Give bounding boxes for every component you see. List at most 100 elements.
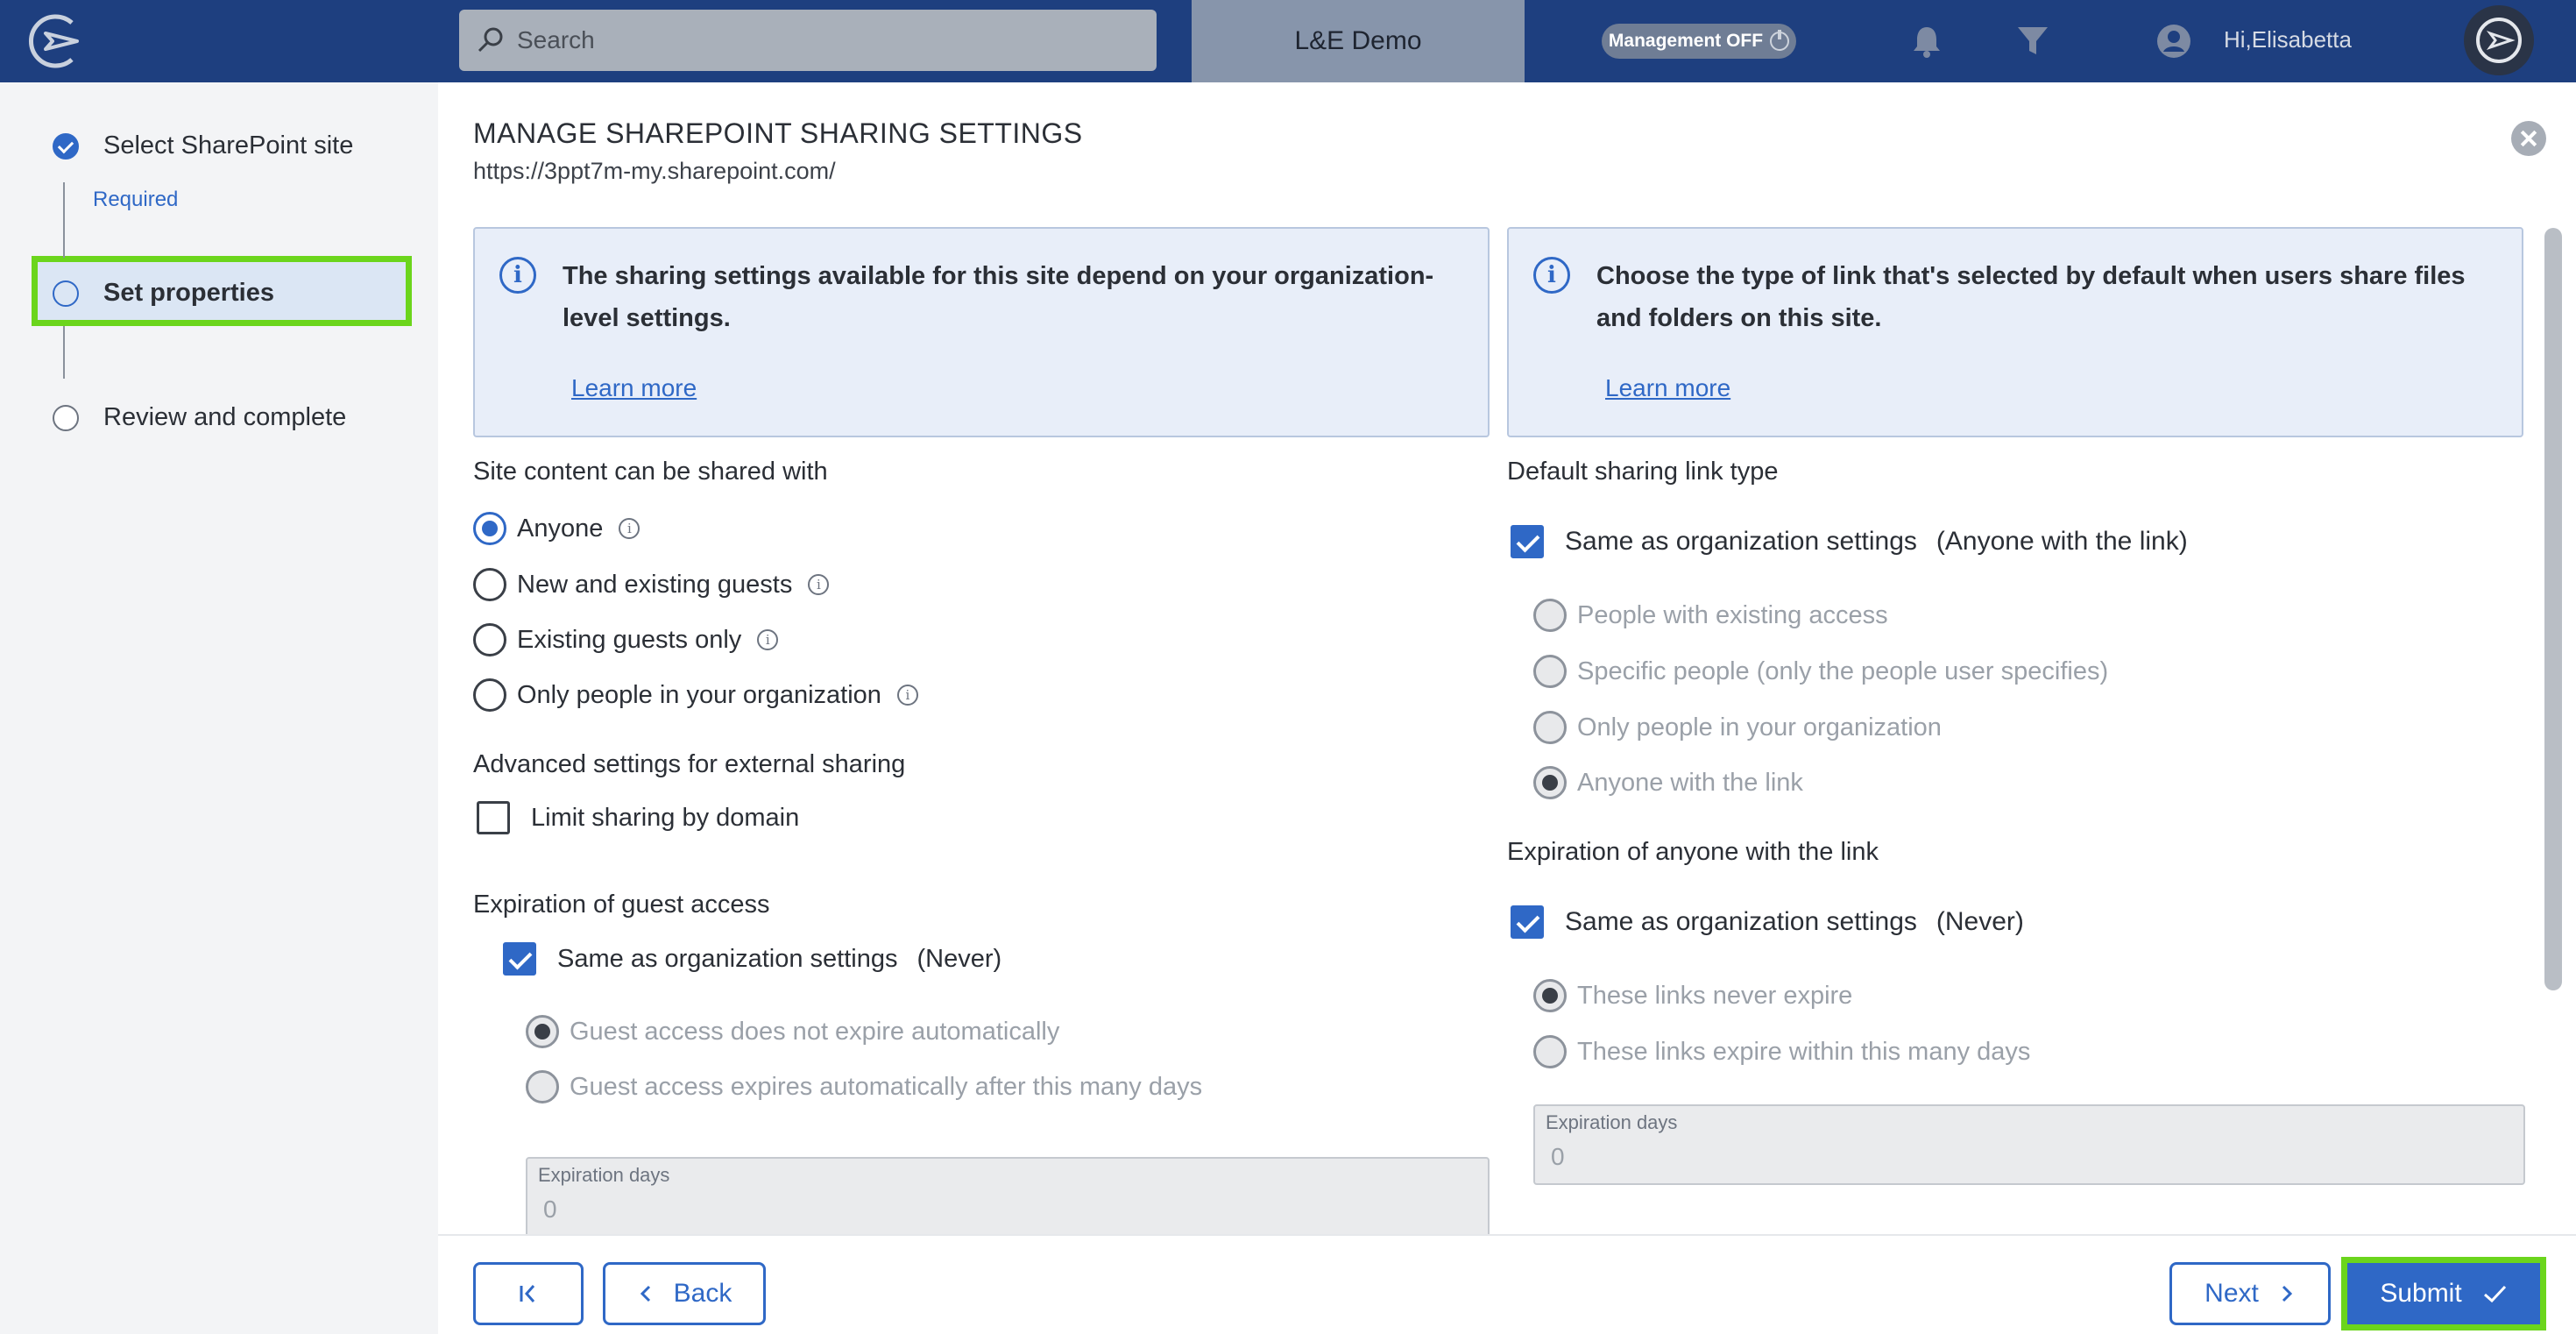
step-required-note: Required bbox=[93, 188, 179, 211]
radio-label: Guest access expires automatically after… bbox=[570, 1072, 1203, 1101]
main-panel: MANAGE SHAREPOINT SHARING SETTINGS https… bbox=[438, 82, 2576, 1234]
step-set-properties[interactable]: Set properties bbox=[53, 279, 274, 308]
submit-label: Submit bbox=[2380, 1279, 2462, 1308]
step-label: Set properties bbox=[103, 279, 274, 307]
checkbox[interactable] bbox=[1511, 905, 1544, 939]
guest-same-as-org-checkbox[interactable]: Same as organization settings (Never) bbox=[503, 942, 1001, 976]
close-button[interactable] bbox=[2511, 121, 2546, 156]
radio-button[interactable] bbox=[526, 1015, 559, 1048]
app-logo-icon[interactable] bbox=[26, 12, 88, 70]
bell-icon[interactable] bbox=[1908, 23, 1945, 60]
step-complete-icon bbox=[53, 132, 79, 160]
check-icon bbox=[2483, 1285, 2506, 1303]
radio-button[interactable] bbox=[1533, 655, 1567, 688]
radio-people-existing-access[interactable]: People with existing access bbox=[1533, 599, 1888, 632]
back-button[interactable]: Back bbox=[603, 1262, 766, 1325]
learn-more-link[interactable]: Learn more bbox=[1605, 374, 1730, 402]
guest-expiration-days-field[interactable]: Expiration days 0 bbox=[526, 1157, 1490, 1234]
radio-anyone[interactable]: Anyone i bbox=[473, 512, 640, 545]
radio-label: Existing guests only bbox=[517, 625, 742, 654]
info-tooltip-icon[interactable]: i bbox=[619, 518, 640, 539]
tenant-name[interactable]: L&E Demo bbox=[1192, 0, 1525, 82]
radio-button[interactable] bbox=[473, 678, 506, 712]
radio-new-and-existing-guests[interactable]: New and existing guests i bbox=[473, 568, 830, 601]
radio-existing-guests-only[interactable]: Existing guests only i bbox=[473, 623, 779, 656]
info-text: The sharing settings available for this … bbox=[563, 262, 1434, 332]
radio-anyone-with-link[interactable]: Anyone with the link bbox=[1533, 766, 1803, 799]
checkbox[interactable] bbox=[477, 801, 510, 834]
limit-sharing-by-domain[interactable]: Limit sharing by domain bbox=[477, 801, 799, 834]
step-label: Review and complete bbox=[103, 403, 347, 431]
site-url: https://3ppt7m-my.sharepoint.com/ bbox=[473, 158, 836, 184]
radio-button[interactable] bbox=[1533, 979, 1567, 1012]
radio-label: These links expire within this many days bbox=[1577, 1037, 2031, 1066]
user-greeting[interactable]: Hi,Elisabetta bbox=[2224, 26, 2352, 53]
step-select-sharepoint-site[interactable]: Select SharePoint site bbox=[53, 131, 353, 160]
info-icon: i bbox=[1533, 257, 1570, 294]
checkbox-label: Same as organization settings bbox=[557, 944, 898, 973]
next-button[interactable]: Next bbox=[2169, 1262, 2331, 1325]
search-input[interactable]: Search bbox=[517, 26, 595, 54]
learn-more-link[interactable]: Learn more bbox=[571, 374, 697, 402]
submit-highlight: Submit bbox=[2341, 1257, 2546, 1330]
anyone-expiration-days-field[interactable]: Expiration days 0 bbox=[1533, 1104, 2525, 1185]
checkbox-label: Same as organization settings bbox=[1565, 527, 1917, 556]
info-tooltip-icon[interactable]: i bbox=[757, 629, 779, 650]
management-toggle-label: Management OFF bbox=[1608, 31, 1764, 51]
power-icon bbox=[1770, 30, 1790, 51]
info-tooltip-icon[interactable]: i bbox=[808, 574, 830, 595]
radio-specific-people[interactable]: Specific people (only the people user sp… bbox=[1533, 655, 2108, 688]
step-review-and-complete[interactable]: Review and complete bbox=[53, 403, 346, 432]
link-type-heading: Default sharing link type bbox=[1507, 458, 1779, 486]
radio-button[interactable] bbox=[473, 568, 506, 601]
radio-links-expire-days[interactable]: These links expire within this many days bbox=[1533, 1035, 2030, 1068]
checkbox[interactable] bbox=[1511, 525, 1544, 558]
guest-expiration-heading: Expiration of guest access bbox=[473, 891, 770, 919]
page-title: MANAGE SHAREPOINT SHARING SETTINGS bbox=[473, 117, 1083, 149]
search-bar[interactable]: Search bbox=[459, 10, 1157, 71]
info-icon: i bbox=[499, 257, 536, 294]
org-setting-value: (Anyone with the link) bbox=[1936, 527, 2188, 556]
radio-link-only-people-in-org[interactable]: Only people in your organization bbox=[1533, 711, 1942, 744]
radio-links-never-expire[interactable]: These links never expire bbox=[1533, 979, 1852, 1012]
anyone-expiration-heading: Expiration of anyone with the link bbox=[1507, 838, 1879, 866]
radio-label: Anyone bbox=[517, 514, 604, 543]
radio-guest-expires-days[interactable]: Guest access expires automatically after… bbox=[526, 1070, 1202, 1103]
step-pending-icon bbox=[53, 404, 79, 431]
radio-button[interactable] bbox=[1533, 766, 1567, 799]
user-icon[interactable] bbox=[2155, 23, 2192, 60]
search-icon bbox=[478, 27, 503, 53]
org-setting-value: (Never) bbox=[1936, 907, 2024, 936]
radio-guest-no-expire[interactable]: Guest access does not expire automatical… bbox=[526, 1015, 1059, 1048]
radio-only-people-in-org[interactable]: Only people in your organization i bbox=[473, 678, 918, 712]
radio-button[interactable] bbox=[1533, 599, 1567, 632]
step-label: Select SharePoint site bbox=[103, 131, 354, 160]
radio-button[interactable] bbox=[473, 623, 506, 656]
share-with-heading: Site content can be shared with bbox=[473, 458, 828, 486]
anyone-same-as-org-checkbox[interactable]: Same as organization settings (Never) bbox=[1511, 905, 2024, 939]
info-text: Choose the type of link that's selected … bbox=[1596, 262, 2466, 332]
first-page-icon bbox=[520, 1285, 535, 1302]
scrollbar[interactable] bbox=[2544, 228, 2562, 990]
radio-label: Anyone with the link bbox=[1577, 768, 1803, 797]
radio-label: Only people in your organization bbox=[517, 680, 881, 709]
filter-icon[interactable] bbox=[2014, 23, 2051, 60]
next-label: Next bbox=[2204, 1279, 2259, 1308]
radio-button[interactable] bbox=[473, 512, 506, 545]
submit-button[interactable]: Submit bbox=[2347, 1263, 2540, 1324]
field-label: Expiration days bbox=[1546, 1111, 1678, 1133]
radio-label: These links never expire bbox=[1577, 981, 1853, 1010]
field-label: Expiration days bbox=[538, 1164, 670, 1186]
checkbox-label: Same as organization settings bbox=[1565, 907, 1917, 936]
avatar[interactable] bbox=[2464, 5, 2534, 75]
info-tooltip-icon[interactable]: i bbox=[896, 685, 918, 706]
first-step-button[interactable] bbox=[473, 1262, 584, 1325]
link-same-as-org-checkbox[interactable]: Same as organization settings (Anyone wi… bbox=[1511, 525, 2188, 558]
radio-button[interactable] bbox=[526, 1070, 559, 1103]
checkbox[interactable] bbox=[503, 942, 536, 976]
management-toggle[interactable]: Management OFF bbox=[1602, 24, 1796, 59]
field-value: 0 bbox=[543, 1196, 557, 1223]
radio-button[interactable] bbox=[1533, 1035, 1567, 1068]
info-box-sharing: i The sharing settings available for thi… bbox=[473, 227, 1490, 437]
radio-button[interactable] bbox=[1533, 711, 1567, 744]
